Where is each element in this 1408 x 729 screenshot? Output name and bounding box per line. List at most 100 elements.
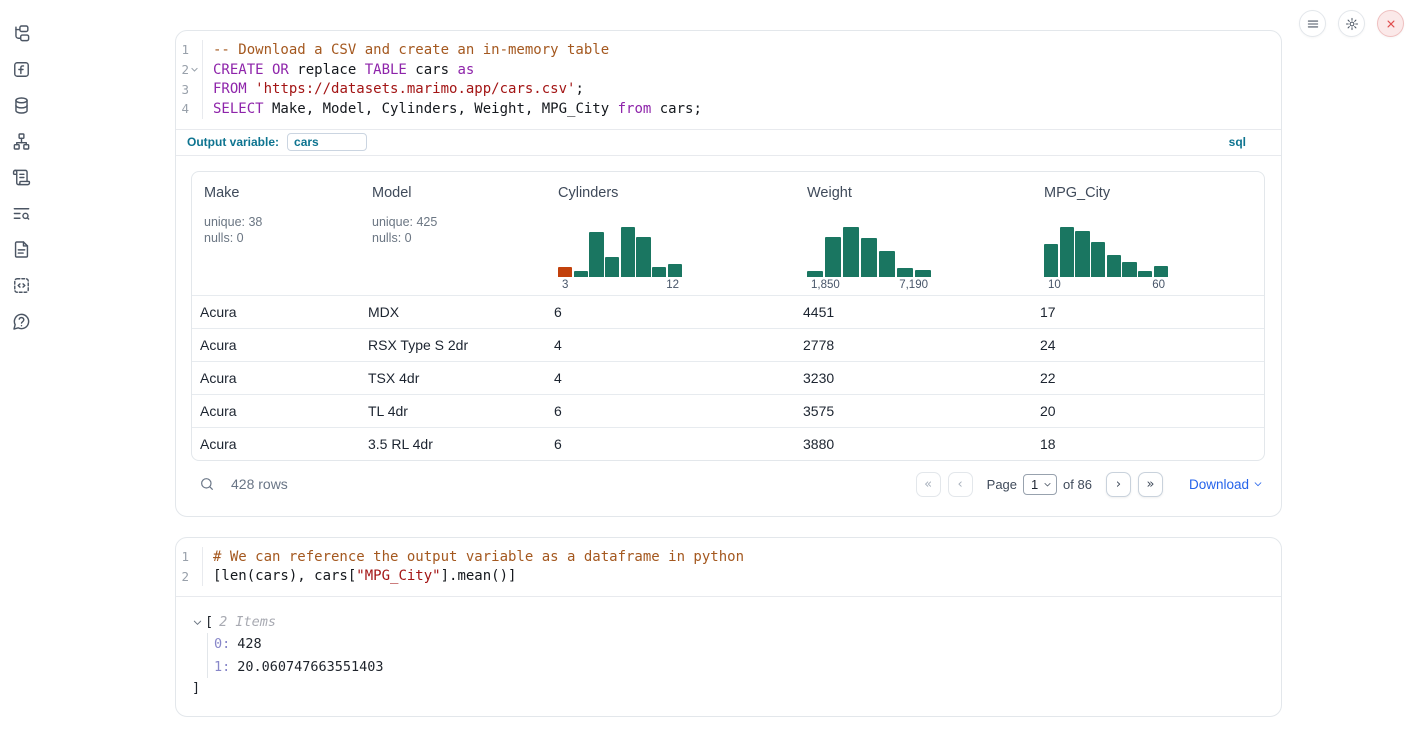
code-line[interactable]: -- Download a CSV and create an in-memor… bbox=[213, 40, 1281, 60]
table-row[interactable]: AcuraRSX Type S 2dr4277824 bbox=[192, 328, 1264, 361]
code-line[interactable]: [len(cars), cars["MPG_City"].mean()] bbox=[213, 566, 1281, 586]
histogram-bar[interactable] bbox=[825, 237, 841, 277]
code-line[interactable]: CREATE OR replace TABLE cars as bbox=[213, 60, 1281, 80]
download-button[interactable]: Download bbox=[1189, 477, 1263, 492]
histogram-bar[interactable] bbox=[843, 227, 859, 277]
code-line[interactable]: # We can reference the output variable a… bbox=[213, 547, 1281, 567]
histogram-bar[interactable] bbox=[668, 264, 682, 277]
close-bracket: ] bbox=[192, 678, 1281, 698]
table-row[interactable]: AcuraMDX6445117 bbox=[192, 295, 1264, 328]
histogram-bar[interactable] bbox=[1075, 231, 1089, 277]
line-number: 3 bbox=[176, 79, 200, 99]
histogram-axis-label: 1,850 bbox=[811, 279, 840, 295]
tree-root-row[interactable]: [ 2 Items bbox=[192, 611, 1281, 633]
table-cell: 3880 bbox=[795, 436, 1032, 452]
histogram-bar[interactable] bbox=[1091, 242, 1105, 277]
histogram-bar[interactable] bbox=[1060, 227, 1074, 277]
histogram-bar[interactable] bbox=[1107, 255, 1121, 277]
histogram-bar[interactable] bbox=[636, 237, 650, 277]
histogram-bar[interactable] bbox=[1122, 262, 1136, 277]
shutdown-close-icon[interactable] bbox=[1377, 10, 1404, 37]
snippets-code-icon[interactable] bbox=[11, 275, 31, 295]
table-cell: 3230 bbox=[795, 370, 1032, 386]
histogram-bar[interactable] bbox=[1044, 244, 1058, 277]
dependency-graph-icon[interactable] bbox=[11, 131, 31, 151]
settings-gear-icon[interactable] bbox=[1338, 10, 1365, 37]
table-row[interactable]: AcuraTSX 4dr4323022 bbox=[192, 361, 1264, 394]
table-cell: 22 bbox=[1032, 370, 1264, 386]
histogram-bar[interactable] bbox=[807, 271, 823, 277]
column-header[interactable]: MPG_City 1060 bbox=[1032, 185, 1264, 295]
column-stats: unique: 425nulls: 0 bbox=[372, 214, 546, 247]
python-code-editor[interactable]: 12 # We can reference the output variabl… bbox=[176, 538, 1281, 596]
code-token: TABLE bbox=[365, 62, 407, 78]
histogram-bar[interactable] bbox=[621, 227, 635, 277]
code-token: cars bbox=[407, 62, 458, 78]
next-page-button[interactable]: › bbox=[1106, 472, 1131, 497]
menu-hamburger-icon[interactable] bbox=[1299, 10, 1326, 37]
logs-list-search-icon[interactable] bbox=[11, 203, 31, 223]
sql-code-editor[interactable]: 1234 -- Download a CSV and create an in-… bbox=[176, 31, 1281, 129]
column-histogram: 1,850 7,190 bbox=[807, 224, 931, 295]
code-token: ].mean()] bbox=[441, 568, 517, 584]
code-line[interactable]: FROM 'https://datasets.marimo.app/cars.c… bbox=[213, 79, 1281, 99]
fold-chevron-icon[interactable] bbox=[189, 65, 200, 75]
code-token: from bbox=[618, 101, 652, 117]
output-variable-row: Output variable: sql bbox=[176, 129, 1281, 156]
histogram-bar[interactable] bbox=[861, 238, 877, 277]
histogram-bar[interactable] bbox=[605, 257, 619, 277]
page-total-label: of 86 bbox=[1063, 477, 1092, 492]
table-cell: 18 bbox=[1032, 436, 1264, 452]
documentation-file-icon[interactable] bbox=[11, 239, 31, 259]
column-header[interactable]: Cylinders312 bbox=[546, 185, 795, 295]
data-table: Makeunique: 38nulls: 0 Model unique: 425nu… bbox=[191, 171, 1265, 461]
line-number-gutter: 12 bbox=[176, 547, 203, 586]
first-page-button[interactable]: « bbox=[916, 472, 941, 497]
histogram-bar[interactable] bbox=[574, 271, 588, 277]
histogram-bar[interactable] bbox=[558, 267, 572, 277]
last-page-button[interactable]: » bbox=[1138, 472, 1163, 497]
histogram-bar[interactable] bbox=[879, 251, 895, 277]
chevron-down-icon[interactable] bbox=[192, 617, 203, 628]
page-select[interactable]: 1 bbox=[1023, 474, 1057, 495]
output-variable-input[interactable] bbox=[287, 133, 367, 151]
histogram-bar[interactable] bbox=[1138, 271, 1152, 277]
column-name[interactable]: MPG_City bbox=[1044, 185, 1264, 201]
table-cell: 3.5 RL 4dr bbox=[360, 436, 546, 452]
code-line[interactable]: SELECT Make, Model, Cylinders, Weight, M… bbox=[213, 99, 1281, 119]
column-name[interactable]: Cylinders bbox=[558, 185, 795, 201]
column-name[interactable]: Weight bbox=[807, 185, 1032, 201]
histogram-bar[interactable] bbox=[915, 270, 931, 277]
table-cell: 17 bbox=[1032, 304, 1264, 320]
code-token: FROM bbox=[213, 81, 247, 97]
column-name[interactable]: Model bbox=[372, 185, 546, 201]
histogram-bar[interactable] bbox=[589, 232, 603, 277]
histogram-axis-label: 60 bbox=[1152, 279, 1165, 295]
column-header[interactable]: Model unique: 425nulls: 0 bbox=[360, 185, 546, 295]
previous-page-button[interactable]: ‹ bbox=[948, 472, 973, 497]
fold-gutter-spacer bbox=[189, 552, 200, 562]
scratchpad-scroll-icon[interactable] bbox=[11, 167, 31, 187]
column-name[interactable]: Make bbox=[204, 185, 360, 201]
table-body: AcuraMDX6445117AcuraRSX Type S 2dr427782… bbox=[192, 295, 1264, 460]
histogram-bar[interactable] bbox=[652, 267, 666, 277]
notebook-cells-column: 1234 -- Download a CSV and create an in-… bbox=[175, 0, 1282, 717]
file-explorer-tree-icon[interactable] bbox=[11, 23, 31, 43]
histogram-bar[interactable] bbox=[1154, 266, 1168, 277]
open-bracket: [ bbox=[205, 614, 213, 630]
histogram-bar[interactable] bbox=[897, 268, 913, 277]
column-header[interactable]: Weight 1,850 7,190 bbox=[795, 185, 1032, 295]
datasources-database-icon[interactable] bbox=[11, 95, 31, 115]
sql-code: -- Download a CSV and create an in-memor… bbox=[203, 40, 1281, 119]
column-header[interactable]: Makeunique: 38nulls: 0 bbox=[192, 185, 360, 295]
variables-function-icon[interactable] bbox=[11, 59, 31, 79]
code-token: Make, Model, Cylinders, Weight, MPG_City bbox=[264, 101, 618, 117]
histogram-axis-label: 7,190 bbox=[899, 279, 928, 295]
python-cell: 12 # We can reference the output variabl… bbox=[175, 537, 1282, 717]
table-row[interactable]: AcuraTL 4dr6357520 bbox=[192, 394, 1264, 427]
column-histogram: 1060 bbox=[1044, 224, 1168, 295]
table-row[interactable]: Acura3.5 RL 4dr6388018 bbox=[192, 427, 1264, 460]
help-question-bubble-icon[interactable] bbox=[11, 311, 31, 331]
search-icon[interactable] bbox=[199, 476, 215, 492]
table-cell: RSX Type S 2dr bbox=[360, 337, 546, 353]
